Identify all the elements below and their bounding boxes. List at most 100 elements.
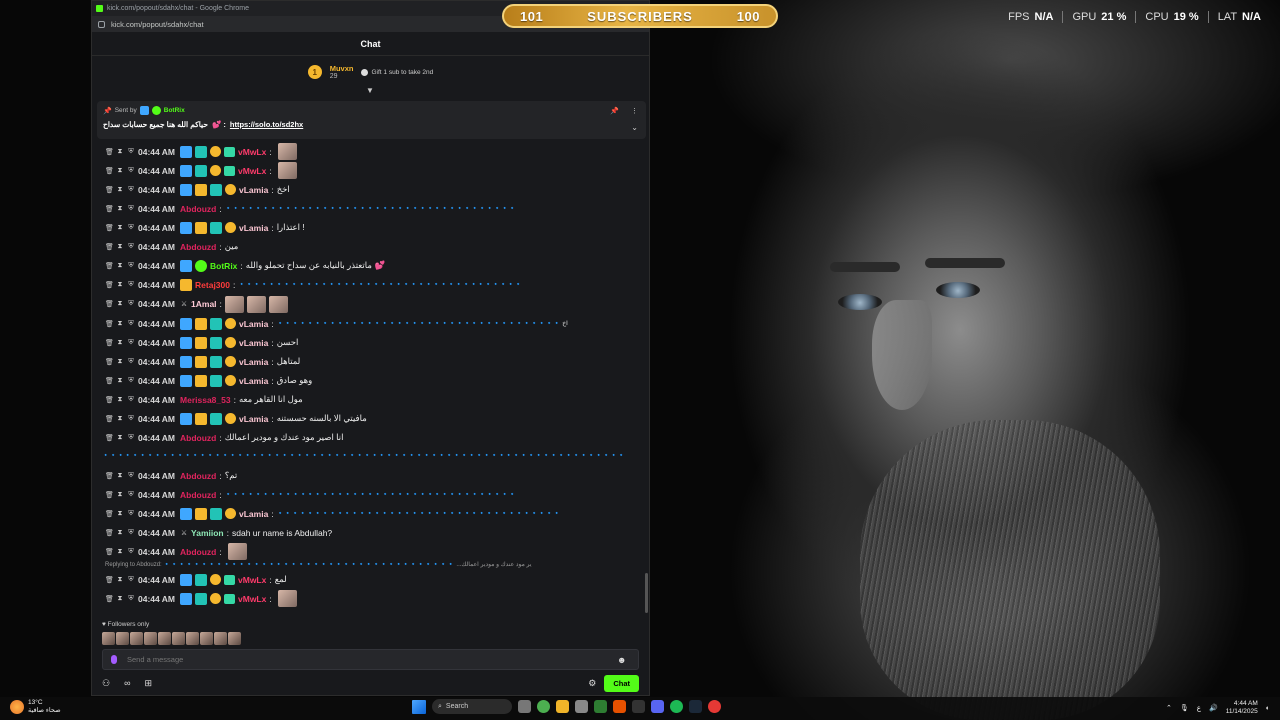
shield-icon[interactable]: ⛨ bbox=[127, 300, 135, 308]
message-username[interactable]: Retaj300 bbox=[195, 280, 230, 290]
hourglass-icon[interactable]: ⧗ bbox=[116, 320, 124, 328]
hourglass-icon[interactable]: ⧗ bbox=[116, 576, 124, 584]
shield-icon[interactable]: ⛨ bbox=[127, 595, 135, 603]
notifications-icon[interactable]: ◐ bbox=[1266, 705, 1270, 712]
trash-icon[interactable]: 🗑 bbox=[105, 576, 114, 584]
trash-icon[interactable]: 🗑 bbox=[105, 281, 114, 289]
shield-icon[interactable]: ⛨ bbox=[127, 491, 135, 499]
shield-icon[interactable]: ⛨ bbox=[127, 358, 135, 366]
trash-icon[interactable]: 🗑 bbox=[105, 205, 114, 213]
chat-message[interactable]: 🗑 ⧗ ⛨ 04:44 AM vLamia: وهو صادق bbox=[92, 371, 649, 390]
x-icon[interactable] bbox=[632, 700, 645, 713]
chat-message[interactable]: 🗑 ⧗ ⛨ 04:44 AM vLamia: مافيتي الا بالسنه حسست… bbox=[92, 409, 649, 428]
message-username[interactable]: 1Amal bbox=[191, 299, 217, 309]
emote-image[interactable] bbox=[116, 632, 129, 645]
message-username[interactable]: Abdouzd bbox=[180, 204, 216, 214]
emote-image[interactable] bbox=[130, 632, 143, 645]
trash-icon[interactable]: 🗑 bbox=[105, 472, 114, 480]
shield-icon[interactable]: ⛨ bbox=[127, 224, 135, 232]
recent-emotes-row[interactable] bbox=[102, 632, 241, 645]
chat-message[interactable]: 🗑 ⧗ ⛨ 04:44 AM vLamia: 🔹🔹🔹🔹🔹🔹🔹🔹🔹🔹🔹🔹🔹🔹🔹🔹🔹🔹🔹🔹🔹🔹… bbox=[92, 504, 649, 523]
hourglass-icon[interactable]: ⧗ bbox=[116, 529, 124, 537]
gift-icon[interactable]: ⊞ bbox=[145, 678, 153, 689]
file-explorer-icon[interactable] bbox=[556, 700, 569, 713]
message-username[interactable]: vLamia bbox=[239, 509, 268, 519]
message-username[interactable]: BotRix bbox=[210, 261, 237, 271]
chat-message[interactable]: 🗑 ⧗ ⛨ 04:44 AM Abdouzd: 🔹🔹🔹🔹🔹🔹🔹🔹🔹🔹🔹🔹🔹🔹🔹🔹🔹🔹🔹🔹🔹… bbox=[92, 199, 649, 218]
chat-message[interactable]: 🗑 ⧗ ⛨ 04:44 AM Abdouzd: تم؟ bbox=[92, 466, 649, 485]
shield-icon[interactable]: ⛨ bbox=[127, 510, 135, 518]
chat-messages[interactable]: 🗑 ⧗ ⛨ 04:44 AM vMwLx: 🗑 ⧗ ⛨ 04:44 AM vMwLx: 🗑 ⧗ ⛨ 0… bbox=[92, 142, 649, 618]
trash-icon[interactable]: 🗑 bbox=[105, 358, 114, 366]
hourglass-icon[interactable]: ⧗ bbox=[116, 224, 124, 232]
trash-icon[interactable]: 🗑 bbox=[105, 300, 114, 308]
emote-image[interactable] bbox=[228, 632, 241, 645]
chrome-icon[interactable] bbox=[537, 700, 550, 713]
chat-message[interactable]: 🗑 ⧗ ⛨ 04:44 AM Abdouzd: مين bbox=[92, 237, 649, 256]
chat-message[interactable]: 🗑 ⧗ ⛨ 04:44 AM vMwLx: bbox=[92, 589, 649, 608]
message-username[interactable]: vMwLx bbox=[238, 147, 266, 157]
emoji-picker-icon[interactable]: ☻ bbox=[617, 655, 626, 665]
gear-icon[interactable]: ⚙ bbox=[588, 678, 596, 689]
hourglass-icon[interactable]: ⧗ bbox=[116, 167, 124, 175]
trash-icon[interactable]: 🗑 bbox=[105, 320, 114, 328]
chat-message[interactable]: 🗑 ⧗ ⛨ 04:44 AM vLamia: اخخ bbox=[92, 180, 649, 199]
hourglass-icon[interactable]: ⧗ bbox=[116, 281, 124, 289]
emote-image[interactable] bbox=[172, 632, 185, 645]
hourglass-icon[interactable]: ⧗ bbox=[116, 595, 124, 603]
trash-icon[interactable]: 🗑 bbox=[105, 243, 114, 251]
hourglass-icon[interactable]: ⧗ bbox=[116, 472, 124, 480]
message-username[interactable]: vLamia bbox=[239, 223, 268, 233]
app-icon[interactable] bbox=[575, 700, 588, 713]
message-username[interactable]: vMwLx bbox=[238, 594, 266, 604]
chat-message[interactable]: 🗑 ⧗ ⛨ 04:44 AM vMwLx: bbox=[92, 142, 649, 161]
more-options-icon[interactable]: ⋮ bbox=[631, 107, 638, 115]
hourglass-icon[interactable]: ⧗ bbox=[116, 148, 124, 156]
chat-input[interactable] bbox=[127, 655, 607, 664]
shield-icon[interactable]: ⛨ bbox=[127, 186, 135, 194]
trash-icon[interactable]: 🗑 bbox=[105, 491, 114, 499]
chat-message[interactable]: 🗑 ⧗ ⛨ 04:44 AM Retaj300: 🔹🔹🔹🔹🔹🔹🔹🔹🔹🔹🔹🔹🔹🔹🔹🔹🔹🔹🔹🔹… bbox=[92, 275, 649, 294]
trash-icon[interactable]: 🗑 bbox=[105, 224, 114, 232]
expand-chevron-icon[interactable]: ⌄ bbox=[631, 123, 638, 132]
shield-icon[interactable]: ⛨ bbox=[127, 472, 135, 480]
chat-message[interactable]: 🗑 ⧗ ⛨ 04:44 AM vLamia: لمتاهل bbox=[92, 352, 649, 371]
message-username[interactable]: vMwLx bbox=[238, 575, 266, 585]
steam-icon[interactable] bbox=[689, 700, 702, 713]
emote-image[interactable] bbox=[186, 632, 199, 645]
shield-icon[interactable]: ⛨ bbox=[127, 262, 135, 270]
chat-message[interactable]: 🗑 ⧗ ⛨ 04:44 AM Abdouzd: 🔹🔹🔹🔹🔹🔹🔹🔹🔹🔹🔹🔹🔹🔹🔹🔹🔹🔹🔹🔹🔹… bbox=[92, 485, 649, 504]
trash-icon[interactable]: 🗑 bbox=[105, 262, 114, 270]
chat-message[interactable]: 🗑 ⧗ ⛨ 04:44 AM vMwLx: لمع bbox=[92, 570, 649, 589]
chevron-up-icon[interactable]: ⌃ bbox=[1166, 704, 1172, 712]
shield-icon[interactable]: ⛨ bbox=[127, 415, 135, 423]
message-username[interactable]: Yamiion bbox=[191, 528, 224, 538]
windows-start-icon[interactable] bbox=[412, 699, 426, 714]
trash-icon[interactable]: 🗑 bbox=[105, 415, 114, 423]
chat-message[interactable]: 🗑 ⧗ ⛨ 04:44 AM vLamia: احسن bbox=[92, 333, 649, 352]
trash-icon[interactable]: 🗑 bbox=[105, 396, 114, 404]
shield-icon[interactable]: ⛨ bbox=[127, 148, 135, 156]
hourglass-icon[interactable]: ⧗ bbox=[116, 491, 124, 499]
message-username[interactable]: vLamia bbox=[239, 185, 268, 195]
users-icon[interactable]: ⚇ bbox=[102, 678, 110, 689]
chat-message[interactable]: 🗑 ⧗ ⛨ 04:44 AM Abdouzd: انا اصير مود عندك و م… bbox=[92, 428, 649, 447]
keyboard-language[interactable]: ع bbox=[1197, 704, 1201, 712]
chat-input-container[interactable]: ☻ bbox=[102, 649, 639, 670]
hourglass-icon[interactable]: ⧗ bbox=[116, 358, 124, 366]
shield-icon[interactable]: ⛨ bbox=[127, 529, 135, 537]
trash-icon[interactable]: 🗑 bbox=[105, 148, 114, 156]
top-gifter-row[interactable]: 1 Muvxn 29 Gift 1 sub to take 2nd bbox=[92, 56, 649, 88]
microphone-icon[interactable]: 🎙 bbox=[1180, 704, 1189, 712]
message-username[interactable]: Abdouzd bbox=[180, 242, 216, 252]
trash-icon[interactable]: 🗑 bbox=[105, 186, 114, 194]
hourglass-icon[interactable]: ⧗ bbox=[116, 415, 124, 423]
emote-image[interactable] bbox=[158, 632, 171, 645]
hourglass-icon[interactable]: ⧗ bbox=[116, 377, 124, 385]
shield-icon[interactable]: ⛨ bbox=[127, 281, 135, 289]
pinned-sender[interactable]: BotRix bbox=[164, 107, 185, 114]
shield-icon[interactable]: ⛨ bbox=[127, 167, 135, 175]
spotify-icon[interactable] bbox=[670, 700, 683, 713]
chat-message[interactable]: 🗑 ⧗ ⛨ 04:44 AM ⚔ Yamiion: sdah ur name is Abdu… bbox=[92, 523, 649, 542]
hourglass-icon[interactable]: ⧗ bbox=[116, 262, 124, 270]
